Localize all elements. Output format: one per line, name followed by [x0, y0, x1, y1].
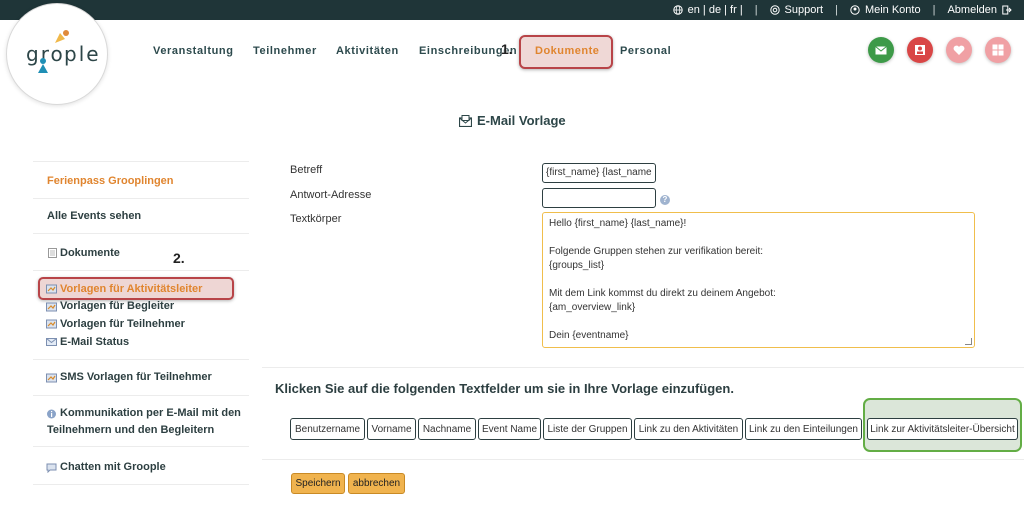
tag-lastname-button[interactable]: Nachname [418, 418, 476, 440]
tag-username-button[interactable]: Benutzername [290, 418, 365, 440]
tag-firstname-button[interactable]: Vorname [367, 418, 416, 440]
user-icon [850, 5, 860, 15]
logout-icon [1002, 5, 1012, 15]
template-icon [46, 373, 57, 383]
template-icon [46, 319, 57, 329]
divider [33, 233, 249, 234]
mail-button[interactable] [868, 37, 894, 63]
body-textarea[interactable]: Hello {first_name} {last_name}! Folgende… [542, 212, 975, 348]
sidebar-item-templates-participant[interactable]: Vorlagen für Teilnehmer [60, 318, 185, 330]
divider [33, 161, 249, 162]
divider: | [835, 4, 838, 16]
user-card-button[interactable] [907, 37, 933, 63]
nav-aktivitaeten[interactable]: Aktivitäten [336, 45, 399, 57]
sidebar-item-templates-companion[interactable]: Vorlagen für Begleiter [60, 300, 174, 312]
divider [262, 459, 1024, 460]
divider [262, 367, 1024, 368]
logout-label[interactable]: Abmelden [947, 4, 997, 16]
heart-icon [953, 45, 965, 55]
tag-groups-list-button[interactable]: Liste der Gruppen [543, 418, 632, 440]
logo-mark-icon [55, 30, 69, 43]
language-links[interactable]: en | de | fr | [688, 4, 743, 16]
support-label[interactable]: Support [785, 4, 824, 16]
divider [33, 359, 249, 360]
sidebar-item-chat[interactable]: Chatten mit Groople [60, 461, 166, 473]
language-switcher[interactable]: en | de | fr | [672, 4, 743, 16]
info-icon [47, 409, 56, 419]
user-card-icon [915, 45, 925, 55]
save-button[interactable]: Speichern [291, 473, 345, 494]
nav-personal[interactable]: Personal [620, 45, 671, 57]
subject-input[interactable]: {first_name} {last_name [542, 163, 656, 183]
sidebar-item-event[interactable]: Ferienpass Grooplingen [47, 175, 174, 187]
page-title-text: E-Mail Vorlage [477, 113, 566, 128]
body-line: Dein {eventname} [549, 330, 629, 341]
divider [33, 484, 249, 485]
sidebar-item-templates-leader[interactable]: Vorlagen für Aktivitätsleiter [60, 283, 202, 295]
help-icon[interactable]: ? [660, 195, 670, 205]
sidebar-item-communication-line2[interactable]: Teilnehmern und den Begleitern [47, 424, 214, 436]
insert-heading: Klicken Sie auf die folgenden Textfelder… [275, 381, 734, 396]
body-line: Mit dem Link kommst du direkt zu deinem … [549, 288, 776, 299]
nav-veranstaltung[interactable]: Veranstaltung [153, 45, 234, 57]
sidebar-item-email-status[interactable]: E-Mail Status [60, 336, 129, 348]
step-marker-2: 2. [173, 250, 185, 266]
divider [33, 446, 249, 447]
resize-handle[interactable] [965, 338, 972, 345]
divider [33, 198, 249, 199]
globe-icon [672, 5, 683, 15]
chat-icon [46, 463, 57, 473]
nav-teilnehmer[interactable]: Teilnehmer [253, 45, 317, 57]
help-icon [769, 5, 780, 15]
cancel-button[interactable]: abbrechen [348, 473, 405, 494]
divider [33, 270, 249, 271]
grid-icon [992, 44, 1004, 56]
top-bar: en | de | fr | | Support | Mein Konto | … [0, 0, 1024, 20]
sidebar-item-communication[interactable]: Kommunikation per E-Mail mit den [60, 407, 241, 419]
step-marker-1: 1. [501, 41, 513, 57]
logo-text-right: ple [64, 42, 101, 66]
favorites-button[interactable] [946, 37, 972, 63]
sidebar-item-all-events[interactable]: Alle Events sehen [47, 210, 141, 222]
sidebar-item-sms-templates[interactable]: SMS Vorlagen für Teilnehmer [60, 371, 212, 383]
support-link[interactable]: Support [769, 4, 824, 16]
divider: | [932, 4, 936, 16]
tag-eventname-button[interactable]: Event Name [478, 418, 541, 440]
apps-button[interactable] [985, 37, 1011, 63]
tag-assignments-link-button[interactable]: Link zu den Einteilungen [745, 418, 862, 440]
body-line: Hello {first_name} {last_name}! [549, 218, 687, 229]
body-line-link: {am_overview_link} [549, 302, 636, 313]
sidebar-item-documents[interactable]: Dokumente [60, 247, 120, 259]
tag-activities-link-button[interactable]: Link zu den Aktivitäten [634, 418, 743, 440]
envelope-icon [46, 338, 57, 346]
subject-label: Betreff [290, 164, 323, 176]
reply-address-input[interactable] [542, 188, 656, 208]
account-link[interactable]: Mein Konto [850, 4, 921, 16]
logout-link[interactable]: Abmelden [947, 4, 1012, 16]
logo-mark-blue-icon [38, 58, 48, 73]
account-label[interactable]: Mein Konto [865, 4, 921, 16]
page-title: E-Mail Vorlage [459, 113, 566, 128]
document-icon [48, 248, 57, 258]
body-line: Folgende Gruppen stehen zur verifikation… [549, 246, 764, 257]
body-line: {groups_list} [549, 260, 605, 271]
nav-dokumente[interactable]: Dokumente [535, 45, 599, 57]
template-icon [46, 302, 57, 312]
tag-leader-overview-link-button[interactable]: Link zur Aktivitätsleiter-Übersicht [867, 418, 1018, 440]
mail-template-icon [459, 114, 472, 127]
mail-icon [875, 45, 887, 54]
body-label: Textkörper [290, 213, 342, 225]
divider [33, 395, 249, 396]
template-icon [46, 284, 57, 294]
reply-address-label: Antwort-Adresse [290, 189, 372, 201]
divider: | [754, 4, 758, 16]
